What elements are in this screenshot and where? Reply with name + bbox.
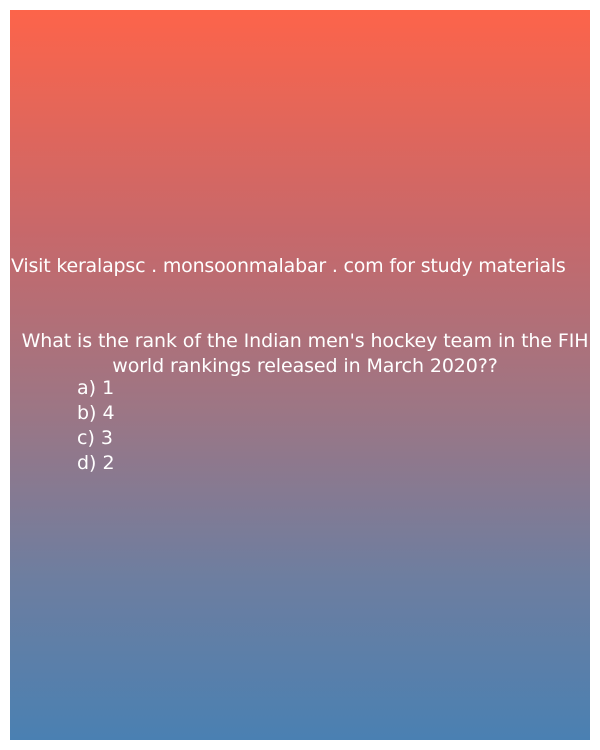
quiz-card: Visit keralapsc . monsoonmalabar . com f… [10, 10, 590, 740]
option-b: b) 4 [77, 402, 115, 424]
option-c: c) 3 [77, 427, 113, 449]
option-d: d) 2 [77, 452, 115, 474]
question-text: What is the rank of the Indian men's hoc… [21, 330, 589, 377]
visit-text: Visit keralapsc . monsoonmalabar . com f… [11, 255, 566, 277]
option-a: a) 1 [77, 377, 115, 399]
options-list: a) 1 b) 4 c) 3 d) 2 [77, 376, 377, 476]
